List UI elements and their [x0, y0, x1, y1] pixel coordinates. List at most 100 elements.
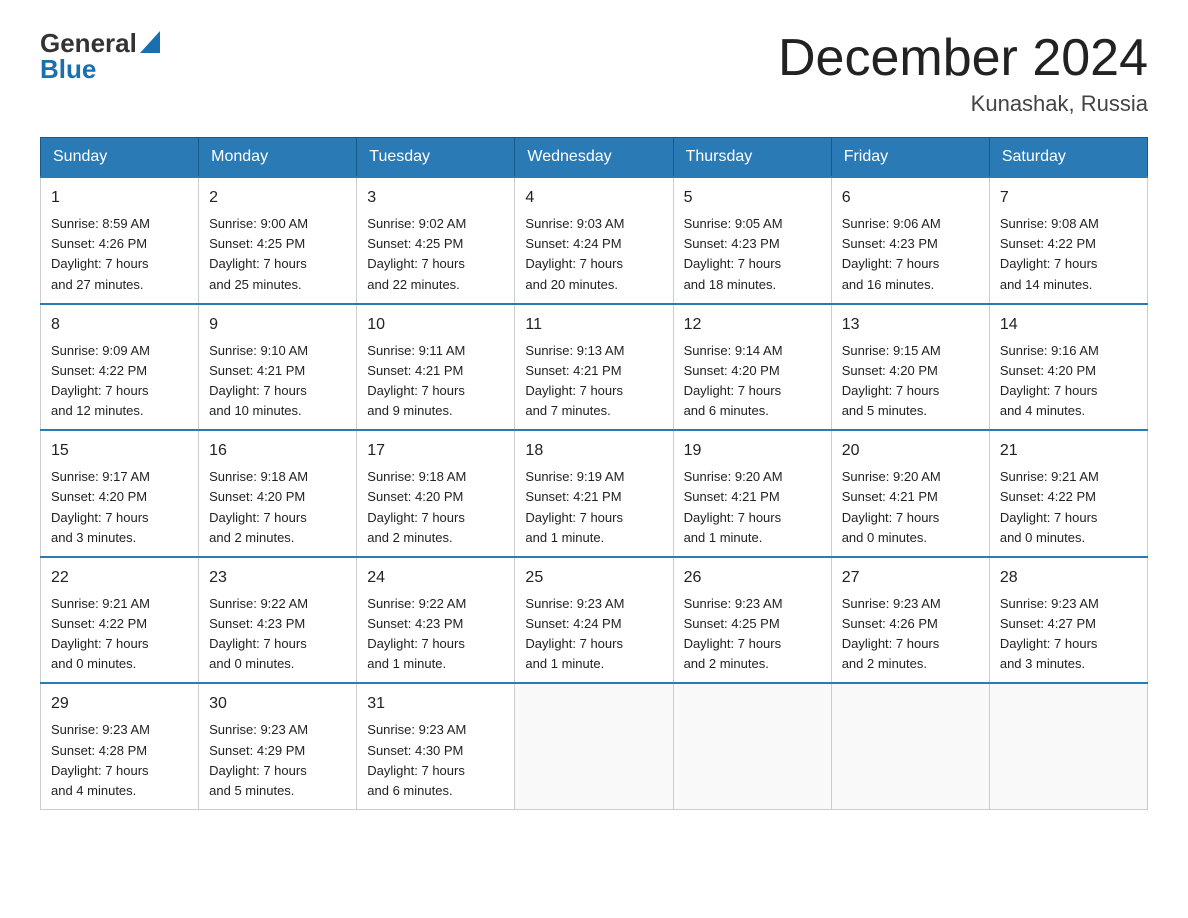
day-number: 26	[684, 566, 821, 590]
table-row: 18 Sunrise: 9:19 AM Sunset: 4:21 PM Dayl…	[515, 430, 673, 557]
table-row: 14 Sunrise: 9:16 AM Sunset: 4:20 PM Dayl…	[989, 304, 1147, 431]
day-info: Sunrise: 9:05 AM Sunset: 4:23 PM Dayligh…	[684, 214, 821, 295]
table-row: 2 Sunrise: 9:00 AM Sunset: 4:25 PM Dayli…	[199, 177, 357, 304]
day-info: Sunrise: 9:21 AM Sunset: 4:22 PM Dayligh…	[51, 594, 188, 675]
header-saturday: Saturday	[989, 138, 1147, 178]
day-number: 13	[842, 313, 979, 337]
day-number: 14	[1000, 313, 1137, 337]
day-number: 25	[525, 566, 662, 590]
day-info: Sunrise: 9:06 AM Sunset: 4:23 PM Dayligh…	[842, 214, 979, 295]
header-tuesday: Tuesday	[357, 138, 515, 178]
week-row-2: 8 Sunrise: 9:09 AM Sunset: 4:22 PM Dayli…	[41, 304, 1148, 431]
day-number: 2	[209, 186, 346, 210]
day-number: 28	[1000, 566, 1137, 590]
day-number: 31	[367, 692, 504, 716]
day-number: 30	[209, 692, 346, 716]
day-info: Sunrise: 9:20 AM Sunset: 4:21 PM Dayligh…	[842, 467, 979, 548]
day-number: 3	[367, 186, 504, 210]
header-friday: Friday	[831, 138, 989, 178]
table-row: 24 Sunrise: 9:22 AM Sunset: 4:23 PM Dayl…	[357, 557, 515, 684]
day-info: Sunrise: 8:59 AM Sunset: 4:26 PM Dayligh…	[51, 214, 188, 295]
day-info: Sunrise: 9:09 AM Sunset: 4:22 PM Dayligh…	[51, 341, 188, 422]
day-info: Sunrise: 9:23 AM Sunset: 4:28 PM Dayligh…	[51, 720, 188, 801]
weekday-header-row: Sunday Monday Tuesday Wednesday Thursday…	[41, 138, 1148, 178]
day-number: 24	[367, 566, 504, 590]
header-sunday: Sunday	[41, 138, 199, 178]
day-info: Sunrise: 9:20 AM Sunset: 4:21 PM Dayligh…	[684, 467, 821, 548]
day-number: 6	[842, 186, 979, 210]
calendar-table: Sunday Monday Tuesday Wednesday Thursday…	[40, 137, 1148, 810]
day-info: Sunrise: 9:02 AM Sunset: 4:25 PM Dayligh…	[367, 214, 504, 295]
table-row: 29 Sunrise: 9:23 AM Sunset: 4:28 PM Dayl…	[41, 683, 199, 809]
table-row: 15 Sunrise: 9:17 AM Sunset: 4:20 PM Dayl…	[41, 430, 199, 557]
table-row: 9 Sunrise: 9:10 AM Sunset: 4:21 PM Dayli…	[199, 304, 357, 431]
table-row: 17 Sunrise: 9:18 AM Sunset: 4:20 PM Dayl…	[357, 430, 515, 557]
day-info: Sunrise: 9:08 AM Sunset: 4:22 PM Dayligh…	[1000, 214, 1137, 295]
day-info: Sunrise: 9:19 AM Sunset: 4:21 PM Dayligh…	[525, 467, 662, 548]
table-row: 27 Sunrise: 9:23 AM Sunset: 4:26 PM Dayl…	[831, 557, 989, 684]
day-info: Sunrise: 9:22 AM Sunset: 4:23 PM Dayligh…	[209, 594, 346, 675]
logo-triangle-icon	[140, 31, 160, 53]
day-info: Sunrise: 9:22 AM Sunset: 4:23 PM Dayligh…	[367, 594, 504, 675]
title-block: December 2024 Kunashak, Russia	[778, 30, 1148, 117]
day-info: Sunrise: 9:23 AM Sunset: 4:24 PM Dayligh…	[525, 594, 662, 675]
day-number: 12	[684, 313, 821, 337]
day-info: Sunrise: 9:11 AM Sunset: 4:21 PM Dayligh…	[367, 341, 504, 422]
day-number: 10	[367, 313, 504, 337]
day-info: Sunrise: 9:14 AM Sunset: 4:20 PM Dayligh…	[684, 341, 821, 422]
table-row: 22 Sunrise: 9:21 AM Sunset: 4:22 PM Dayl…	[41, 557, 199, 684]
day-number: 11	[525, 313, 662, 337]
week-row-5: 29 Sunrise: 9:23 AM Sunset: 4:28 PM Dayl…	[41, 683, 1148, 809]
week-row-1: 1 Sunrise: 8:59 AM Sunset: 4:26 PM Dayli…	[41, 177, 1148, 304]
day-info: Sunrise: 9:23 AM Sunset: 4:25 PM Dayligh…	[684, 594, 821, 675]
table-row	[515, 683, 673, 809]
table-row: 28 Sunrise: 9:23 AM Sunset: 4:27 PM Dayl…	[989, 557, 1147, 684]
day-info: Sunrise: 9:18 AM Sunset: 4:20 PM Dayligh…	[367, 467, 504, 548]
table-row: 1 Sunrise: 8:59 AM Sunset: 4:26 PM Dayli…	[41, 177, 199, 304]
day-info: Sunrise: 9:16 AM Sunset: 4:20 PM Dayligh…	[1000, 341, 1137, 422]
calendar-title: December 2024	[778, 30, 1148, 87]
table-row: 19 Sunrise: 9:20 AM Sunset: 4:21 PM Dayl…	[673, 430, 831, 557]
day-info: Sunrise: 9:23 AM Sunset: 4:26 PM Dayligh…	[842, 594, 979, 675]
day-info: Sunrise: 9:17 AM Sunset: 4:20 PM Dayligh…	[51, 467, 188, 548]
day-number: 29	[51, 692, 188, 716]
day-number: 16	[209, 439, 346, 463]
table-row: 12 Sunrise: 9:14 AM Sunset: 4:20 PM Dayl…	[673, 304, 831, 431]
week-row-4: 22 Sunrise: 9:21 AM Sunset: 4:22 PM Dayl…	[41, 557, 1148, 684]
week-row-3: 15 Sunrise: 9:17 AM Sunset: 4:20 PM Dayl…	[41, 430, 1148, 557]
table-row: 6 Sunrise: 9:06 AM Sunset: 4:23 PM Dayli…	[831, 177, 989, 304]
day-number: 5	[684, 186, 821, 210]
table-row: 23 Sunrise: 9:22 AM Sunset: 4:23 PM Dayl…	[199, 557, 357, 684]
logo: General Blue	[40, 30, 160, 82]
day-number: 22	[51, 566, 188, 590]
table-row: 11 Sunrise: 9:13 AM Sunset: 4:21 PM Dayl…	[515, 304, 673, 431]
table-row: 3 Sunrise: 9:02 AM Sunset: 4:25 PM Dayli…	[357, 177, 515, 304]
table-row: 10 Sunrise: 9:11 AM Sunset: 4:21 PM Dayl…	[357, 304, 515, 431]
day-number: 18	[525, 439, 662, 463]
table-row: 21 Sunrise: 9:21 AM Sunset: 4:22 PM Dayl…	[989, 430, 1147, 557]
day-number: 27	[842, 566, 979, 590]
table-row: 5 Sunrise: 9:05 AM Sunset: 4:23 PM Dayli…	[673, 177, 831, 304]
day-info: Sunrise: 9:21 AM Sunset: 4:22 PM Dayligh…	[1000, 467, 1137, 548]
table-row: 26 Sunrise: 9:23 AM Sunset: 4:25 PM Dayl…	[673, 557, 831, 684]
table-row: 20 Sunrise: 9:20 AM Sunset: 4:21 PM Dayl…	[831, 430, 989, 557]
day-number: 9	[209, 313, 346, 337]
day-info: Sunrise: 9:15 AM Sunset: 4:20 PM Dayligh…	[842, 341, 979, 422]
table-row	[989, 683, 1147, 809]
header-thursday: Thursday	[673, 138, 831, 178]
day-info: Sunrise: 9:00 AM Sunset: 4:25 PM Dayligh…	[209, 214, 346, 295]
day-number: 4	[525, 186, 662, 210]
day-info: Sunrise: 9:23 AM Sunset: 4:30 PM Dayligh…	[367, 720, 504, 801]
day-info: Sunrise: 9:10 AM Sunset: 4:21 PM Dayligh…	[209, 341, 346, 422]
table-row	[831, 683, 989, 809]
table-row: 8 Sunrise: 9:09 AM Sunset: 4:22 PM Dayli…	[41, 304, 199, 431]
header-wednesday: Wednesday	[515, 138, 673, 178]
header-monday: Monday	[199, 138, 357, 178]
day-number: 20	[842, 439, 979, 463]
day-number: 8	[51, 313, 188, 337]
table-row: 4 Sunrise: 9:03 AM Sunset: 4:24 PM Dayli…	[515, 177, 673, 304]
table-row: 30 Sunrise: 9:23 AM Sunset: 4:29 PM Dayl…	[199, 683, 357, 809]
day-number: 21	[1000, 439, 1137, 463]
day-number: 1	[51, 186, 188, 210]
page-header: General Blue December 2024 Kunashak, Rus…	[40, 30, 1148, 117]
